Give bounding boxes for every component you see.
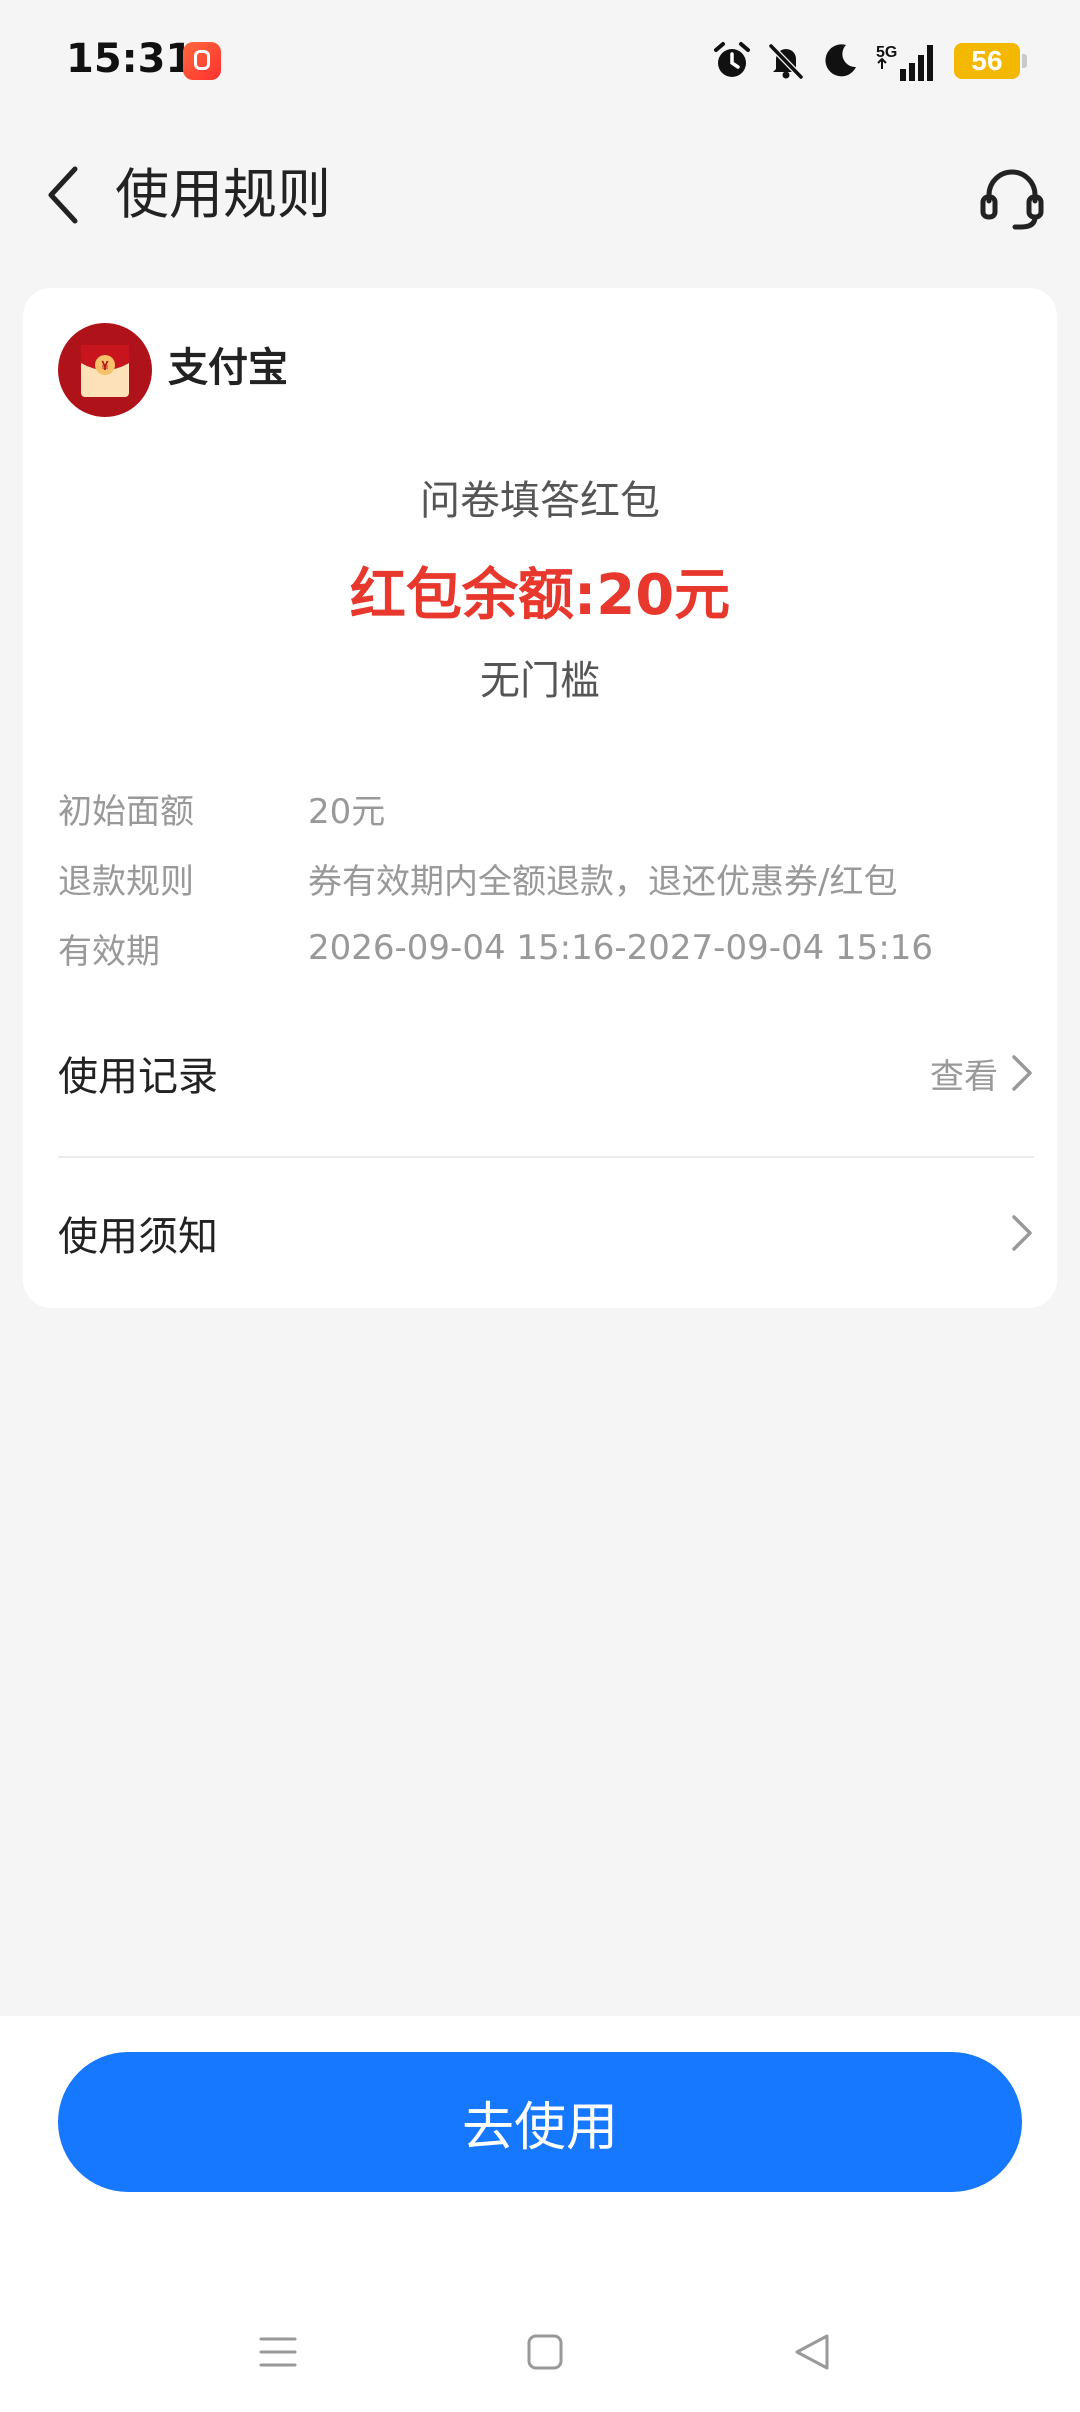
chevron-right-icon	[1012, 1215, 1032, 1251]
info-label: 初始面额	[58, 791, 194, 832]
usage-notice-row[interactable]: 使用须知	[58, 1158, 1034, 1308]
back-button[interactable]	[28, 160, 98, 230]
menu-lines-icon	[259, 2337, 297, 2367]
bottom-action-area: 去使用	[0, 2016, 1080, 2412]
signal-icon: 5G	[876, 44, 933, 81]
status-bar: 15:31 5G 56	[0, 0, 1080, 120]
header: 使用规则	[0, 140, 1080, 250]
moon-icon	[825, 44, 856, 77]
info-row-validity: 有效期 2026-09-04 15:16-2027-09-04 15:16	[58, 913, 1037, 983]
info-row-initial-amount: 初始面额 20元	[58, 773, 1037, 843]
app-notification-icon	[183, 42, 221, 80]
home-button[interactable]	[515, 2322, 575, 2382]
coupon-threshold: 无门槛	[480, 658, 600, 704]
chevron-right-icon	[1012, 1055, 1032, 1091]
use-now-button[interactable]: 去使用	[58, 2052, 1022, 2192]
info-row-refund-rule: 退款规则 券有效期内全额退款，退还优惠券/红包	[58, 843, 1037, 913]
info-value: 20元	[308, 791, 386, 832]
battery-indicator: 56	[954, 43, 1027, 79]
status-icons: 5G 56	[712, 36, 1027, 86]
info-value: 2026-09-04 15:16-2027-09-04 15:16	[308, 928, 934, 968]
alarm-icon	[714, 42, 750, 77]
svg-text:¥: ¥	[101, 358, 109, 373]
menu-label: 使用记录	[58, 1054, 218, 1100]
coupon-card: ¥ 支付宝 问卷填答红包 红包余额:20元 无门槛 初始面额 20元 退款规则 …	[23, 288, 1057, 1308]
usage-records-row[interactable]: 使用记录 查看	[58, 998, 1034, 1148]
info-value: 券有效期内全额退款，退还优惠券/红包	[308, 861, 898, 902]
page-title: 使用规则	[115, 163, 331, 226]
info-label: 退款规则	[58, 861, 194, 902]
network-label: 5G	[876, 44, 897, 61]
customer-service-button[interactable]	[972, 158, 1052, 238]
status-time: 15:31	[66, 36, 194, 82]
headset-icon	[980, 169, 1044, 230]
square-icon	[527, 2334, 563, 2370]
triangle-back-icon	[795, 2334, 829, 2370]
mute-icon	[768, 43, 804, 80]
red-envelope-icon: ¥	[81, 345, 129, 397]
merchant-name: 支付宝	[168, 345, 288, 391]
view-link[interactable]: 查看	[930, 1049, 998, 1098]
coupon-info-list: 初始面额 20元 退款规则 券有效期内全额退款，退还优惠券/红包 有效期 202…	[58, 773, 1037, 983]
system-nav-bar	[0, 2292, 1080, 2412]
coupon-name: 问卷填答红包	[420, 478, 660, 524]
back-nav-button[interactable]	[782, 2322, 842, 2382]
menu-label: 使用须知	[58, 1214, 218, 1260]
coupon-balance: 红包余额:20元	[349, 563, 731, 628]
info-label: 有效期	[58, 931, 160, 972]
merchant-logo: ¥	[58, 323, 152, 417]
chevron-left-icon	[48, 166, 78, 224]
recent-apps-button[interactable]	[248, 2322, 308, 2382]
